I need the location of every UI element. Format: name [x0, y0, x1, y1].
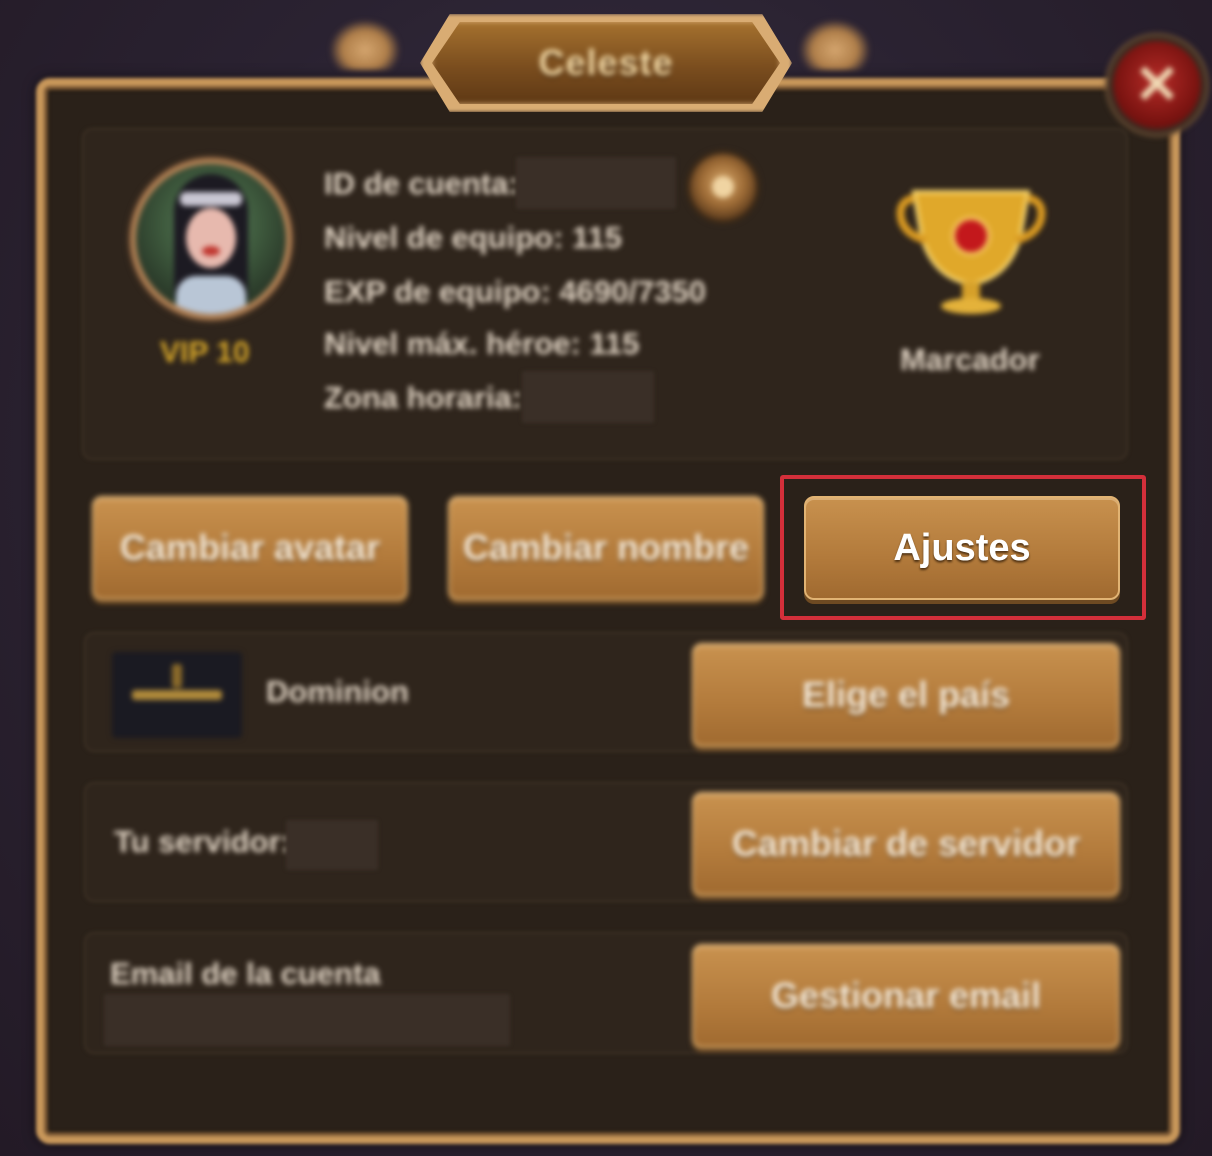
- copy-id-icon[interactable]: [690, 154, 756, 220]
- change-server-label: Cambiar de servidor: [731, 823, 1081, 864]
- avatar-body: [176, 276, 246, 314]
- server-label: Tu servidor:: [114, 824, 291, 859]
- change-avatar-label: Cambiar avatar: [119, 527, 381, 568]
- choose-country-label: Elige el país: [801, 674, 1011, 715]
- leaderboard-label[interactable]: Marcador: [900, 342, 1040, 378]
- change-name-button[interactable]: Cambiar nombre: [448, 496, 764, 600]
- guild-emblem-icon: [112, 652, 242, 738]
- manage-email-label: Gestionar email: [770, 975, 1042, 1016]
- trophy-stem: [962, 282, 980, 300]
- avatar-headband: [180, 192, 242, 206]
- account-id-value: [516, 157, 676, 209]
- avatar-lips: [202, 246, 220, 256]
- manage-email-button[interactable]: Gestionar email: [692, 944, 1120, 1048]
- frame-ornament-top-right: [800, 20, 870, 70]
- account-id-label: ID de cuenta:: [324, 166, 519, 201]
- guild-emblem-spike: [172, 664, 182, 688]
- team-level-label: Nivel de equipo: 115: [324, 220, 623, 255]
- email-label: Email de la cuenta: [110, 956, 381, 991]
- avatar-face: [186, 208, 236, 268]
- timezone-label: Zona horaria:: [324, 380, 523, 415]
- email-value: [104, 994, 510, 1046]
- guild-name: Dominion: [266, 674, 409, 709]
- choose-country-button[interactable]: Elige el país: [692, 643, 1120, 747]
- dialog-title: Celeste: [538, 42, 674, 83]
- trophy-icon[interactable]: [896, 180, 1046, 320]
- vip-badge: VIP 10: [160, 336, 250, 369]
- trophy-gem: [951, 216, 991, 256]
- change-avatar-button[interactable]: Cambiar avatar: [92, 496, 408, 600]
- close-button[interactable]: ✕: [1108, 36, 1206, 134]
- avatar[interactable]: [130, 158, 292, 320]
- timezone-value: [522, 371, 654, 423]
- frame-ornament-top-left: [330, 20, 400, 70]
- settings-highlight-box: [780, 475, 1146, 620]
- trophy-base: [941, 298, 1001, 314]
- team-exp-label: EXP de equipo: 4690/7350: [324, 274, 706, 309]
- max-hero-level-label: Nivel máx. héroe: 115: [324, 326, 640, 361]
- guild-emblem-bar: [132, 690, 222, 700]
- server-value: [286, 820, 378, 870]
- title-ribbon: Celeste: [432, 22, 780, 104]
- change-server-button[interactable]: Cambiar de servidor: [692, 792, 1120, 896]
- close-icon: ✕: [1134, 55, 1180, 115]
- change-name-label: Cambiar nombre: [462, 527, 750, 568]
